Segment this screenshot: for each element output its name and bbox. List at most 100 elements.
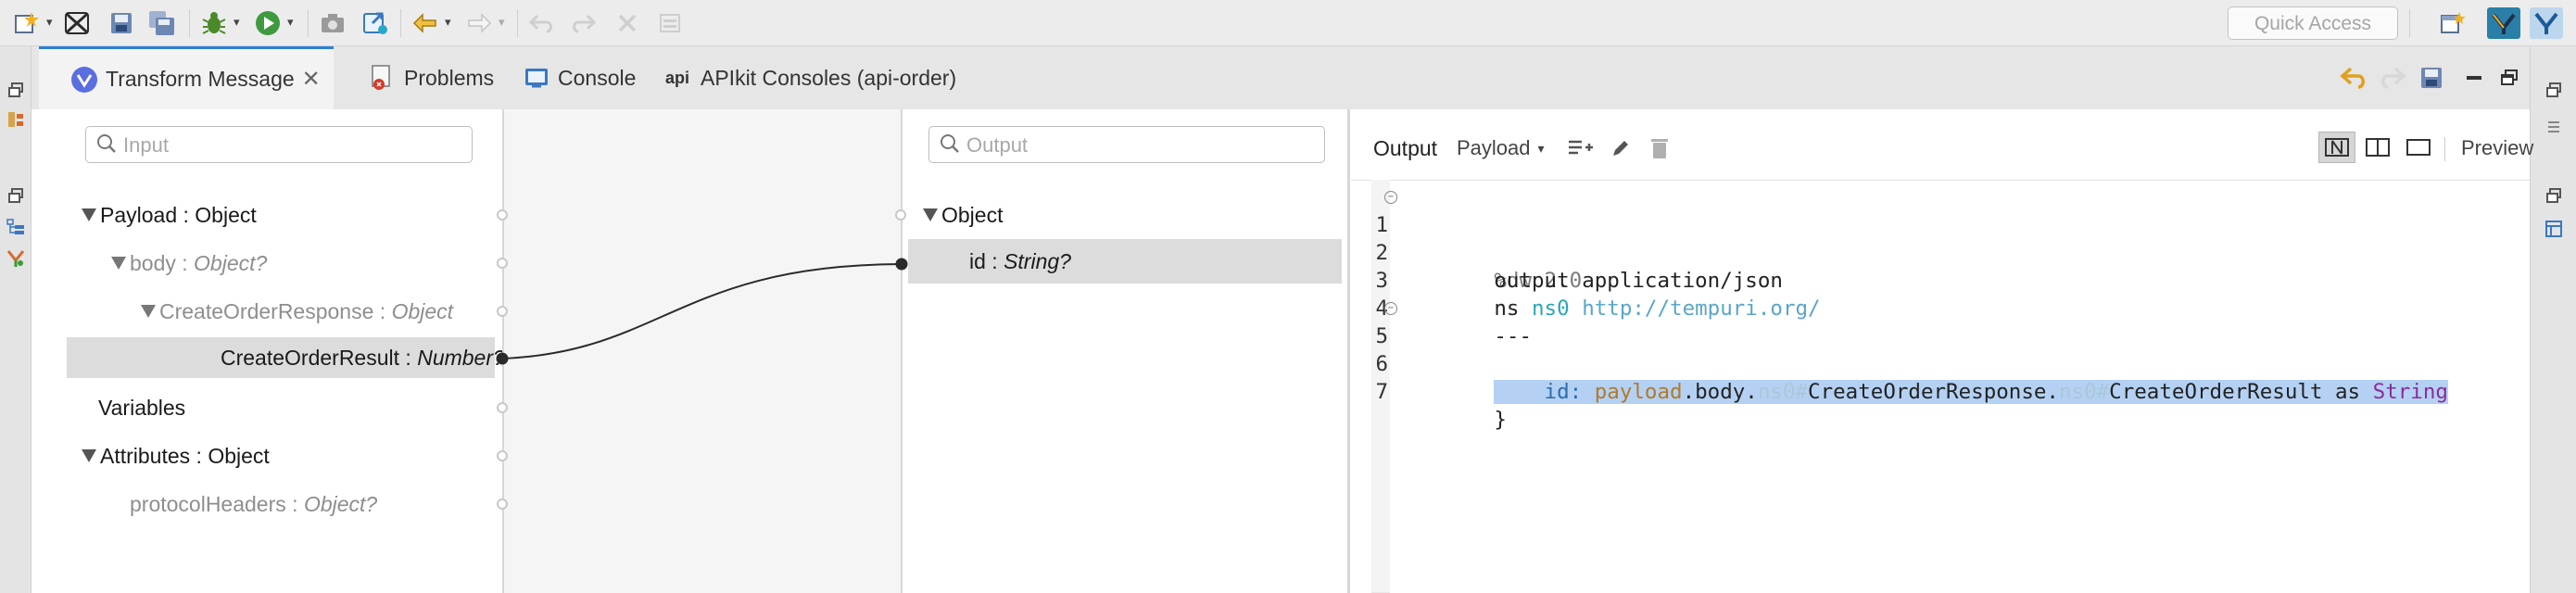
output-title: Output <box>1373 135 1438 160</box>
quick-access-input[interactable]: Quick Access <box>2228 6 2398 40</box>
output-label: Output <box>1373 128 1437 169</box>
list-icon[interactable] <box>2544 117 2564 137</box>
outline-icon[interactable] <box>6 217 26 237</box>
input-connector-dot[interactable] <box>497 450 508 461</box>
mule-palette-icon[interactable] <box>6 248 26 269</box>
save-icon[interactable] <box>2415 61 2448 95</box>
code-line: 4 --- <box>1375 267 2533 348</box>
code-line: 7 } <box>1375 350 2533 432</box>
trash-icon <box>1644 132 1675 165</box>
minimize-icon[interactable] <box>2457 61 2491 95</box>
input-connector-dot[interactable] <box>497 498 508 510</box>
code-text: String <box>2372 380 2448 404</box>
code-line: 2 output application/json <box>1375 211 2533 293</box>
source-only-layout-icon[interactable] <box>2400 132 2437 163</box>
tab-apikit-consoles[interactable]: api APIkit Consoles (api-order) <box>630 46 982 109</box>
tree-node-object[interactable]: Object <box>923 195 1003 235</box>
code-text: } <box>1494 408 1507 432</box>
code-line: 1 − %dw 2.0 <box>1375 183 2533 293</box>
tab-console[interactable]: Console <box>491 46 649 109</box>
code-text: id: <box>1494 380 1595 404</box>
close-icon[interactable]: ✕ <box>302 66 321 93</box>
code-text: payload <box>1594 380 1683 404</box>
left-trim-bar <box>0 46 32 593</box>
target-label: Payload <box>1457 136 1531 159</box>
main-toolbar: ▾ ▾ ▾ ▾ ▾ Quick Access <box>0 0 2576 46</box>
anypoint-icon[interactable] <box>61 9 93 37</box>
delete-icon <box>612 9 643 37</box>
save-icon[interactable] <box>106 9 137 37</box>
restore-icon[interactable] <box>2544 80 2564 100</box>
tab-label: Transform Message <box>106 67 295 91</box>
debug-icon[interactable] <box>198 9 230 37</box>
package-explorer-icon[interactable] <box>6 109 26 130</box>
expand-triangle-icon[interactable] <box>923 208 938 221</box>
line-number: 5 <box>1375 324 1388 348</box>
fold-icon[interactable]: − <box>1384 302 1397 315</box>
node-type: String? <box>1004 248 1071 273</box>
split-layout-icon[interactable] <box>2359 132 2396 163</box>
tab-transform-message[interactable]: Transform Message ✕ <box>39 46 334 109</box>
tab-problems[interactable]: Problems <box>341 46 508 109</box>
dataweave-icon <box>70 66 98 94</box>
input-connector-dot[interactable] <box>497 209 508 221</box>
console-icon <box>523 64 550 92</box>
line-number: 1 <box>1375 213 1388 237</box>
input-connector-dot[interactable] <box>497 258 508 269</box>
save-all-icon[interactable] <box>146 9 178 37</box>
fold-icon[interactable]: − <box>1384 191 1397 204</box>
tab-label: Problems <box>404 65 495 90</box>
preview-button[interactable]: Preview <box>2461 132 2533 165</box>
chevron-down-icon: ▾ <box>1537 140 1545 156</box>
input-connector-dot[interactable] <box>497 402 508 413</box>
edit-icon[interactable] <box>1605 132 1636 165</box>
output-connector-dot[interactable] <box>895 209 906 221</box>
properties-icon[interactable] <box>2544 219 2564 239</box>
open-perspective-icon[interactable] <box>2437 9 2469 37</box>
graphics-only-layout-icon[interactable] <box>2318 132 2355 163</box>
redo-icon <box>567 9 599 37</box>
code-text: CreateOrderResponse. <box>1808 380 2059 404</box>
line-number: 2 <box>1375 241 1388 265</box>
apply-back-icon[interactable] <box>2337 61 2370 95</box>
code-text: .body. <box>1682 380 1758 404</box>
add-target-icon[interactable] <box>1564 132 1596 165</box>
maximize-icon[interactable] <box>2493 61 2526 95</box>
chevron-down-icon[interactable]: ▾ <box>445 15 451 30</box>
code-text: ns0# <box>1757 380 1809 404</box>
camera-icon[interactable] <box>317 9 348 37</box>
line-number: 6 <box>1375 352 1388 376</box>
restore-icon[interactable] <box>2544 185 2564 206</box>
line-number: 3 <box>1375 269 1388 293</box>
chevron-down-icon[interactable]: ▾ <box>287 15 294 30</box>
chevron-down-icon[interactable]: ▾ <box>46 15 53 30</box>
restore-icon[interactable] <box>6 185 26 206</box>
output-search-placeholder: Output <box>966 133 1029 157</box>
mapping-connection[interactable] <box>32 109 1366 593</box>
transform-message-editor: Input Payload : Object body : Object? Cr… <box>32 109 2533 593</box>
editor-tab-bar: Transform Message ✕ Problems Console api… <box>32 46 2530 109</box>
tree-node-id[interactable]: id : String? <box>908 239 1342 284</box>
target-selector[interactable]: Payload ▾ <box>1457 132 1545 165</box>
code-line: 5 − { <box>1375 295 2533 404</box>
tab-label: APIkit Consoles (api-order) <box>701 65 957 90</box>
preview-label: Preview <box>2461 136 2534 159</box>
run-icon[interactable] <box>252 9 284 37</box>
node-name: id <box>969 248 986 273</box>
forward-icon <box>463 9 495 37</box>
chevron-down-icon: ▾ <box>499 15 505 29</box>
output-search-field[interactable]: Output <box>928 126 1325 163</box>
chevron-down-icon[interactable]: ▾ <box>234 15 240 30</box>
input-connector-dot[interactable] <box>497 306 508 317</box>
restore-icon[interactable] <box>6 80 26 100</box>
code-line: 3 ns ns0 http://tempuri.org/ <box>1375 239 2533 321</box>
search-icon <box>941 134 959 153</box>
new-wizard-icon[interactable] <box>11 9 43 37</box>
code-text: CreateOrderResult as <box>2109 380 2373 404</box>
mule-design-perspective-icon[interactable] <box>2487 7 2520 39</box>
deploy-icon[interactable] <box>360 9 391 37</box>
line-number: 7 <box>1375 380 1388 404</box>
mule-debug-perspective-icon[interactable] <box>2530 7 2563 39</box>
back-icon[interactable] <box>410 9 441 37</box>
code-text: ns0# <box>2058 380 2110 404</box>
